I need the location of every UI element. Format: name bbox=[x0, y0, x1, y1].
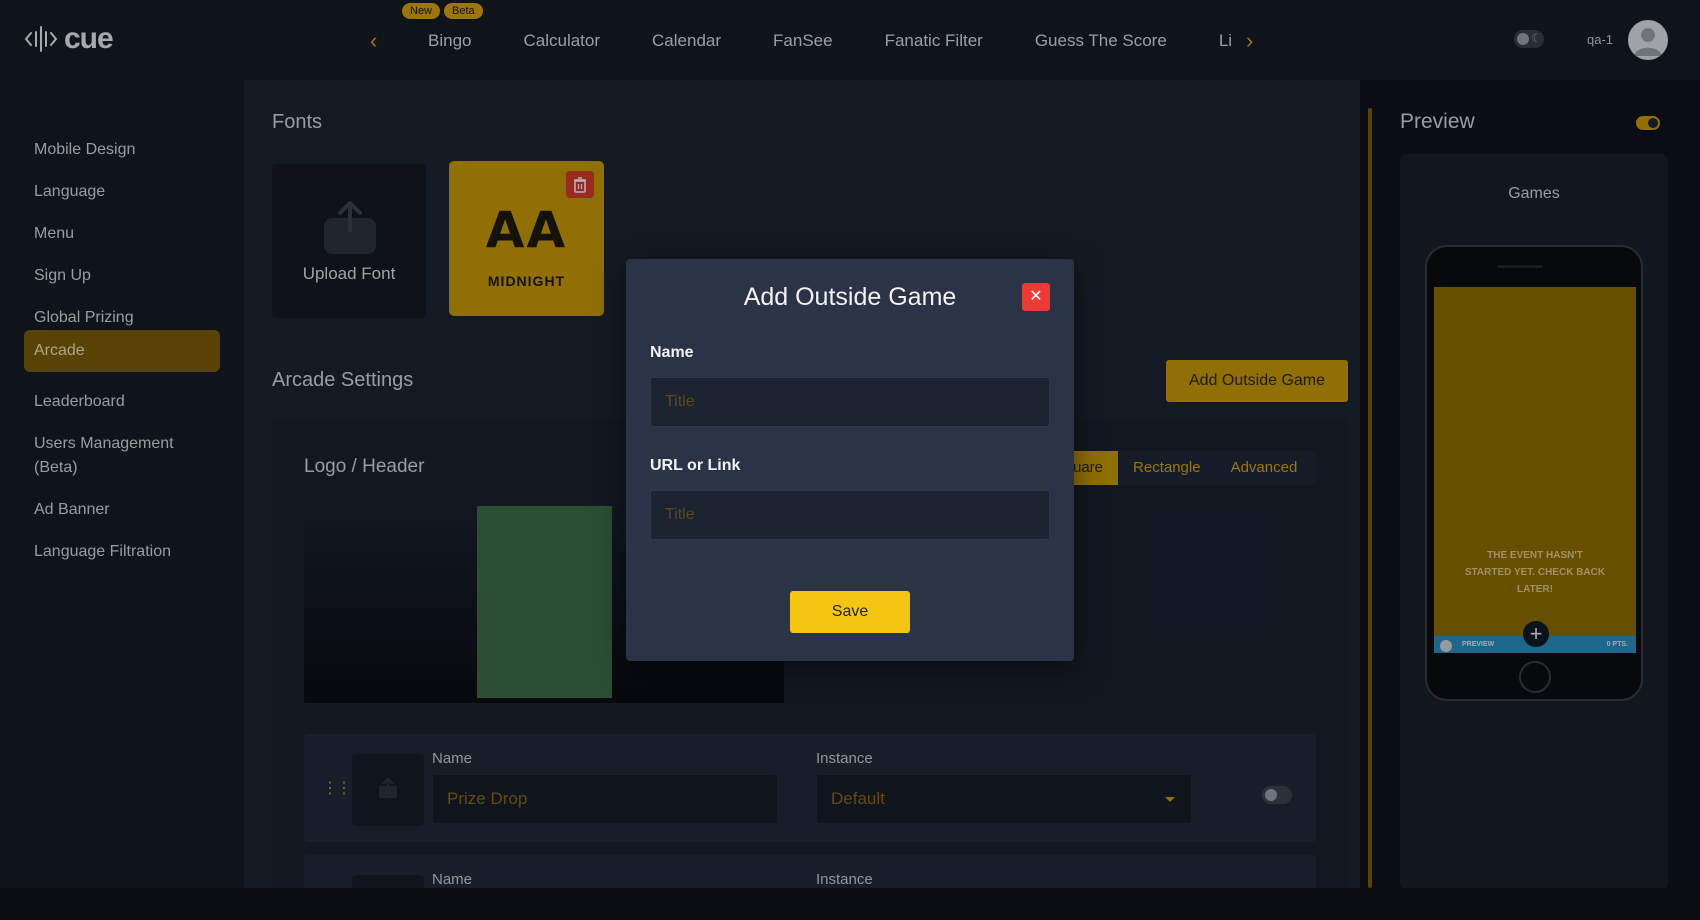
url-field[interactable] bbox=[650, 490, 1050, 540]
close-icon: ✕ bbox=[1029, 288, 1043, 305]
close-button[interactable]: ✕ bbox=[1022, 283, 1050, 311]
add-outside-game-modal: Add Outside Game ✕ Name URL or Link Save bbox=[626, 259, 1074, 661]
name-field-label: Name bbox=[650, 344, 694, 361]
url-field-label: URL or Link bbox=[650, 457, 741, 474]
name-field[interactable] bbox=[650, 377, 1050, 427]
save-button[interactable]: Save bbox=[790, 591, 910, 633]
modal-title: Add Outside Game bbox=[743, 283, 957, 311]
